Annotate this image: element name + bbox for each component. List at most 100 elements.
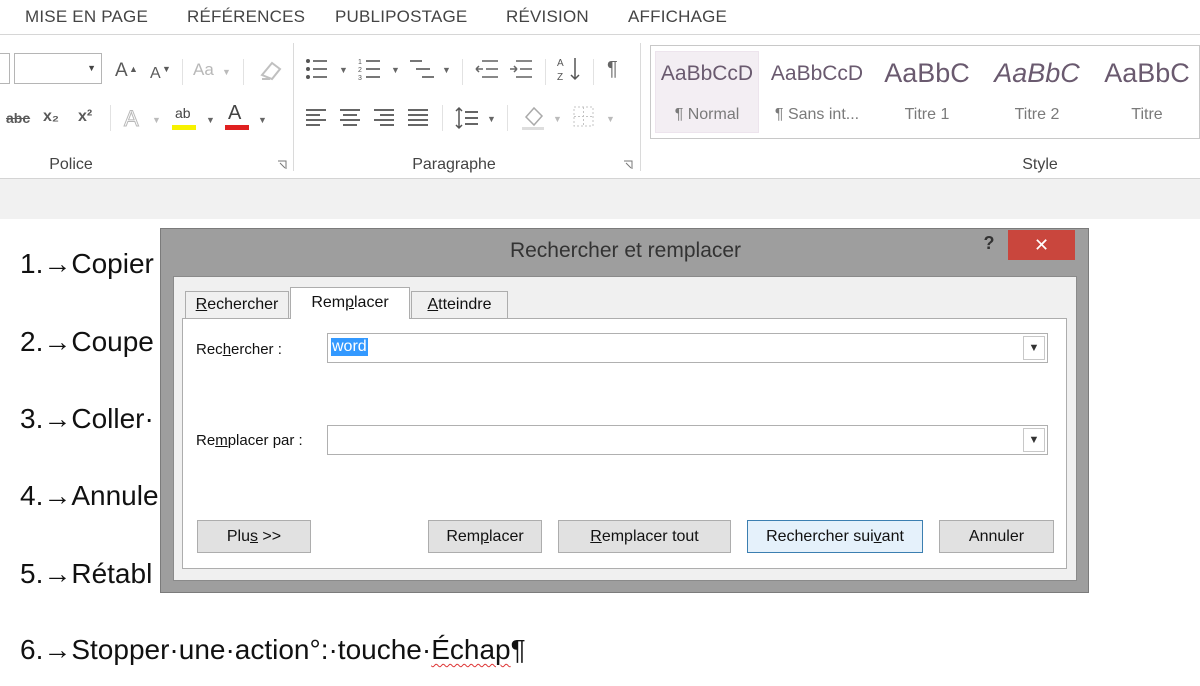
- style-sample: AaBbC: [884, 58, 970, 88]
- button-label: emplacer tout: [601, 528, 699, 545]
- divider: [182, 59, 183, 85]
- chevron-down-icon: ▼: [87, 63, 96, 73]
- access-key: A: [427, 296, 439, 313]
- tab-references[interactable]: RÉFÉRENCES: [187, 7, 305, 27]
- misspelled-word: Échap: [431, 634, 511, 665]
- multilevel-list-icon[interactable]: [410, 57, 436, 81]
- access-key: R: [195, 296, 208, 313]
- shrink-font-icon[interactable]: A: [150, 64, 161, 84]
- ribbon: ▼ A ▲ A ▼ Aa ▼ abc x₂ x² A ▼ ab ▼ A ▼ Po…: [0, 35, 1200, 179]
- align-center-icon[interactable]: [340, 107, 362, 127]
- font-color-icon[interactable]: A: [228, 103, 241, 123]
- style-sample: AaBbCcD: [660, 62, 754, 85]
- pilcrow-icon[interactable]: ¶: [607, 59, 618, 79]
- style-normal[interactable]: AaBbCcD ¶ Normal: [655, 51, 759, 133]
- strikethrough-icon[interactable]: abc: [6, 108, 30, 128]
- grow-font-icon[interactable]: A: [115, 61, 128, 81]
- borders-icon[interactable]: [573, 106, 595, 128]
- align-left-icon[interactable]: [306, 107, 328, 127]
- cancel-button[interactable]: Annuler: [939, 520, 1054, 553]
- grow-arrow-icon: ▲: [129, 64, 138, 74]
- access-key: p: [480, 528, 489, 545]
- help-button[interactable]: ?: [979, 233, 999, 255]
- line-spacing-icon[interactable]: [454, 105, 480, 131]
- dialog-launcher-icon[interactable]: [277, 160, 287, 170]
- highlight-icon[interactable]: ab: [175, 103, 191, 123]
- find-next-button[interactable]: Rechercher suivant: [747, 520, 923, 553]
- divider: [442, 105, 443, 131]
- find-input[interactable]: word ▼: [327, 333, 1048, 363]
- numbering-icon[interactable]: 1 2 3: [358, 57, 382, 81]
- ruler-area: [0, 179, 1200, 219]
- style-gallery: AaBbCcD ¶ Normal AaBbCcD ¶ Sans int... A…: [650, 45, 1200, 139]
- svg-text:A: A: [557, 58, 564, 69]
- group-label-paragraphe: Paragraphe: [412, 156, 496, 173]
- style-titre[interactable]: AaBbC Titre: [1096, 52, 1198, 132]
- close-button[interactable]: ✕: [1008, 230, 1075, 260]
- text-effects-icon[interactable]: A: [122, 105, 146, 132]
- font-color-bar: [225, 125, 249, 130]
- dialog-launcher-icon[interactable]: [623, 160, 633, 170]
- sort-icon[interactable]: AZ: [556, 55, 582, 83]
- superscript-icon[interactable]: x²: [78, 107, 92, 127]
- replace-all-button[interactable]: Remplacer tout: [558, 520, 731, 553]
- font-size-box[interactable]: ▼: [14, 53, 102, 84]
- tab-publipostage[interactable]: PUBLIPOSTAGE: [335, 7, 467, 27]
- decrease-indent-icon[interactable]: [474, 57, 500, 81]
- bullets-icon[interactable]: [305, 57, 329, 81]
- access-key: h: [222, 341, 232, 358]
- font-name-box[interactable]: [0, 53, 10, 84]
- chevron-down-icon: ▼: [258, 115, 267, 125]
- list-item: 4.→Annule: [20, 480, 159, 511]
- dialog-title: Rechercher et remplacer: [509, 239, 742, 262]
- divider: [462, 59, 463, 85]
- chevron-down-icon: ▼: [606, 114, 615, 124]
- tab-label: echercher: [207, 296, 279, 313]
- svg-text:A: A: [124, 106, 139, 131]
- style-titre-2[interactable]: AaBbC Titre 2: [986, 52, 1088, 132]
- chevron-down-icon: ▼: [391, 65, 400, 75]
- svg-text:3: 3: [358, 75, 362, 81]
- justify-icon[interactable]: [408, 107, 430, 127]
- style-name: ¶ Sans int...: [774, 106, 860, 123]
- style-titre-1[interactable]: AaBbC Titre 1: [876, 52, 978, 132]
- more-button[interactable]: Plus >>: [197, 520, 311, 553]
- style-name: Titre 2: [1014, 106, 1060, 123]
- button-label: lacer: [489, 528, 524, 545]
- style-name: ¶ Normal: [674, 106, 740, 123]
- shrink-arrow-icon: ▼: [162, 64, 171, 74]
- tab-mise-en-page[interactable]: MISE EN PAGE: [25, 7, 148, 27]
- chevron-down-icon: ▼: [222, 67, 231, 77]
- style-sans-interligne[interactable]: AaBbCcD ¶ Sans int...: [766, 52, 868, 132]
- tab-remplacer[interactable]: Remplacer: [290, 287, 410, 319]
- change-case-icon[interactable]: Aa: [193, 60, 214, 80]
- style-sample: AaBbC: [994, 58, 1080, 88]
- chevron-down-icon[interactable]: ▼: [1023, 428, 1045, 452]
- highlight-color-bar: [172, 125, 196, 130]
- access-key: R: [590, 528, 602, 545]
- tab-revision[interactable]: RÉVISION: [506, 7, 589, 27]
- align-right-icon[interactable]: [374, 107, 396, 127]
- replace-input[interactable]: ▼: [327, 425, 1048, 455]
- subscript-icon[interactable]: x₂: [43, 107, 59, 127]
- find-replace-dialog: Rechercher et remplacer ? ✕ Rechercher R…: [160, 228, 1089, 593]
- replace-button[interactable]: Remplacer: [428, 520, 542, 553]
- increase-indent-icon[interactable]: [508, 57, 534, 81]
- svg-text:Z: Z: [557, 72, 563, 83]
- shading-icon[interactable]: [520, 103, 546, 131]
- chevron-down-icon: ▼: [152, 115, 161, 125]
- tab-label: Rem: [311, 294, 346, 311]
- find-label: Rechercher :: [196, 341, 282, 358]
- chevron-down-icon[interactable]: ▼: [1023, 336, 1045, 360]
- tab-affichage[interactable]: AFFICHAGE: [628, 7, 727, 27]
- access-key: p: [345, 294, 354, 311]
- chevron-down-icon: ▼: [206, 115, 215, 125]
- tab-rechercher[interactable]: Rechercher: [185, 291, 289, 318]
- chevron-down-icon: ▼: [339, 65, 348, 75]
- button-label: Rem: [446, 528, 481, 545]
- svg-text:1: 1: [358, 59, 362, 66]
- tab-atteindre[interactable]: Atteindre: [411, 291, 508, 318]
- divider: [545, 59, 546, 85]
- clear-formatting-icon[interactable]: [258, 57, 284, 83]
- group-separator: [640, 43, 641, 171]
